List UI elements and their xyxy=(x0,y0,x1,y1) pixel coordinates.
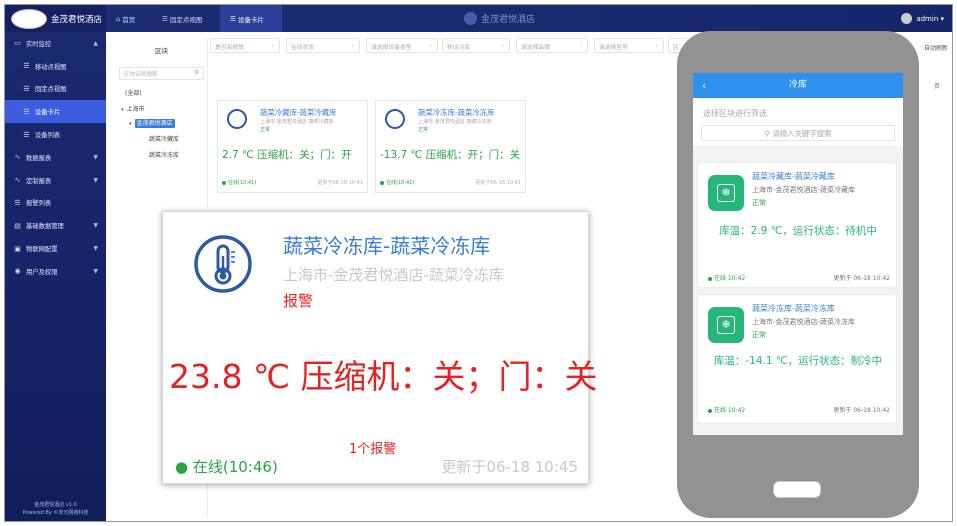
zoom-reading: 23.8 ℃ 压缩机：关；门：关 xyxy=(169,357,598,396)
zoom-updated: 更新于06-18 10:45 xyxy=(441,458,578,476)
user-menu[interactable]: admin ▾ xyxy=(901,13,944,24)
device-card[interactable]: 蔬菜冷冻库-蔬菜冷冻库 上海市-金茂君悦酒店-蔬菜冷冻库 正常 -13.7 ℃ … xyxy=(375,100,526,193)
filter-brand-select[interactable]: 请选择品牌 ⌄ xyxy=(516,38,588,53)
filter-model-select[interactable]: 请选择型号 ⌄ xyxy=(594,38,664,53)
phone-title: 冷库 xyxy=(788,80,807,90)
logo: 金茂君悦酒店 xyxy=(5,5,106,32)
tab-home[interactable]: ⌂ 首页 xyxy=(116,5,156,32)
zoom-online: ● 在线(10:46) xyxy=(175,458,278,476)
chevron-down-icon: ▼ xyxy=(93,245,98,253)
phone-search-input[interactable]: ⚲ 请输入关键字搜索 xyxy=(701,125,895,141)
list-icon: ☰ xyxy=(162,14,170,23)
zoom-location: 上海市-金茂君悦酒店-蔬菜冷冻库 xyxy=(283,266,504,284)
thermometer-icon xyxy=(194,235,252,293)
chart-icon: ∿ xyxy=(14,153,21,162)
online-dot-icon: ● xyxy=(175,458,193,476)
list-icon: ☰ xyxy=(14,198,21,207)
user-icon: ◉ xyxy=(14,267,21,276)
zoom-status: 报警 xyxy=(283,292,314,310)
snowflake-icon: ❄ xyxy=(708,175,744,211)
online-dot-icon xyxy=(222,180,226,185)
menu-fixed-view[interactable]: ☰ 固定点视图 xyxy=(5,78,106,101)
tree-node-freezer[interactable]: 蔬菜冷冻库 xyxy=(149,150,179,159)
phone-header: ‹ 冷库 xyxy=(693,73,903,98)
chevron-down-icon: ⌄ xyxy=(270,42,275,48)
avatar xyxy=(901,13,913,24)
list-icon: ☰ xyxy=(23,130,30,139)
menu-base-data[interactable]: ▤ 基础数据管理 ▼ xyxy=(5,214,106,237)
filter-category-select[interactable]: 移动冷库 ⌄ xyxy=(442,38,510,53)
tree-node-hotel[interactable]: ▾ 金茂君悦酒店 xyxy=(129,118,175,128)
thermometer-icon xyxy=(227,109,247,129)
tree-node-cold-storage[interactable]: 蔬菜冷藏库 xyxy=(149,134,179,143)
hotel-logo-icon xyxy=(11,8,47,29)
snowflake-icon: ❄ xyxy=(708,307,744,343)
back-icon[interactable]: ‹ xyxy=(702,73,706,98)
chevron-up-icon: ▲ xyxy=(93,39,98,47)
zoom-alarm-count[interactable]: 1个报警 xyxy=(349,438,396,457)
filter-device-type-select[interactable]: 请选择设备类型 ⌄ xyxy=(366,38,438,53)
caret-down-icon: ▾ xyxy=(129,121,132,127)
device-card[interactable]: 蔬菜冷藏库-蔬菜冷藏库 上海市-金茂君悦酒店-蔬菜冷藏库 正常 2.7 ℃ 压缩… xyxy=(217,100,368,193)
caret-down-icon: ▾ xyxy=(121,107,124,113)
menu-mobile-view[interactable]: ☰ 移动点视图 xyxy=(5,55,106,78)
filter-online-select[interactable]: 在线状态 ⌄ xyxy=(286,38,360,53)
tab-device-cards[interactable]: ☰ 设备卡片 xyxy=(220,5,282,32)
list-icon: ☰ xyxy=(23,62,30,71)
briefcase-icon: ▣ xyxy=(14,244,21,253)
menu-device-cards[interactable]: ☰ 设备卡片 xyxy=(5,100,106,124)
collapse-arrow-icon[interactable]: ‹ xyxy=(105,45,107,52)
filter-alarm-select[interactable]: 是否有报警 ⌄ xyxy=(210,38,280,53)
chevron-down-icon: ▼ xyxy=(93,222,98,230)
menu-iot-config[interactable]: ▣ 物联网配置 ▼ xyxy=(5,237,106,260)
auto-refresh-toggle[interactable]: 自动刷新 xyxy=(924,43,948,52)
chevron-down-icon: ⌄ xyxy=(428,42,433,48)
list-icon: ☰ xyxy=(23,107,30,116)
tree-search-input[interactable]: 区块名称搜索 ⚲ xyxy=(119,67,204,80)
chevron-down-icon: ▼ xyxy=(93,153,98,161)
phone-screen: ‹ 冷库 选择区块进行筛选 ⚲ 请输入关键字搜索 ❄ 蔬菜冷藏库-蔬菜冷藏库 上… xyxy=(693,73,903,435)
zoomed-device-card[interactable]: 蔬菜冷冻库-蔬菜冷冻库 上海市-金茂君悦酒店-蔬菜冷冻库 报警 23.8 ℃ 压… xyxy=(162,211,598,484)
logo-text: 金茂君悦酒店 xyxy=(51,14,103,25)
phone-device-card[interactable]: ❄ 蔬菜冷藏库-蔬菜冷藏库 上海市-金茂君悦酒店-蔬菜冷藏库 正常 库温：2.9… xyxy=(698,163,896,287)
online-dot-icon xyxy=(708,408,712,413)
list-icon: ☰ xyxy=(230,14,238,23)
search-icon: ⚲ xyxy=(194,69,199,76)
list-icon: ☰ xyxy=(23,84,30,93)
pagination-label: 页 xyxy=(934,83,941,90)
zoom-title: 蔬菜冷冻库-蔬菜冷冻库 xyxy=(283,234,491,258)
database-icon: ▤ xyxy=(14,221,21,230)
sidebar: 金茂君悦酒店 ▭ 实时监控 ▲ ☰ 移动点视图 ☰ 固定点视图 ☰ 设备卡片 ☰ 设备列表 … xyxy=(5,5,106,521)
top-bar: ⌂ 首页 ☰ 固定点视图 ☰ 设备卡片 金茂君悦酒店 admin ▾ xyxy=(106,5,952,32)
phone-home-button[interactable] xyxy=(773,481,821,498)
online-dot-icon xyxy=(708,276,712,281)
chevron-down-icon: ⌄ xyxy=(578,42,583,48)
chart-icon: ∿ xyxy=(14,176,21,185)
online-dot-icon xyxy=(380,180,384,185)
center-brand: 金茂君悦酒店 xyxy=(464,12,535,25)
chevron-down-icon: ▼ xyxy=(93,267,98,275)
tab-fixed-view[interactable]: ☰ 固定点视图 xyxy=(162,5,220,32)
tree-node-all[interactable]: (全部) xyxy=(125,88,142,97)
phone-device-card[interactable]: ❄ 蔬菜冷冻库-蔬菜冷冻库 上海市-金茂君悦酒店-蔬菜冷冻库 正常 库温：-14… xyxy=(698,295,896,423)
monitor-icon: ▭ xyxy=(14,39,21,48)
menu-alarm-list[interactable]: ☰ 报警列表 xyxy=(5,192,106,215)
menu-custom-report[interactable]: ∿ 定制报表 ▼ xyxy=(5,169,106,192)
chevron-down-icon: ▼ xyxy=(93,176,98,184)
chevron-down-icon: ⌄ xyxy=(350,42,355,48)
brand-logo-icon xyxy=(464,12,477,25)
sidebar-footer: 金茂君悦酒店 v1.0 Powered By ©未冗网络科技 xyxy=(22,502,89,516)
thermometer-icon xyxy=(385,109,405,129)
menu-data-report[interactable]: ∿ 数据报表 ▼ xyxy=(5,146,106,169)
chevron-down-icon: ⌄ xyxy=(500,42,505,48)
tree-title: 区块 xyxy=(155,47,168,55)
tree-node-shanghai[interactable]: ▾ 上海市 xyxy=(121,104,145,113)
chevron-down-icon: ⌄ xyxy=(654,42,659,48)
menu-device-list[interactable]: ☰ 设备列表 xyxy=(5,123,106,146)
phone-block-filter[interactable]: 选择区块进行筛选 xyxy=(693,98,903,120)
menu-users[interactable]: ◉ 用户及权限 ▼ xyxy=(5,260,106,283)
menu-realtime-monitor[interactable]: ▭ 实时监控 ▲ xyxy=(5,32,106,55)
